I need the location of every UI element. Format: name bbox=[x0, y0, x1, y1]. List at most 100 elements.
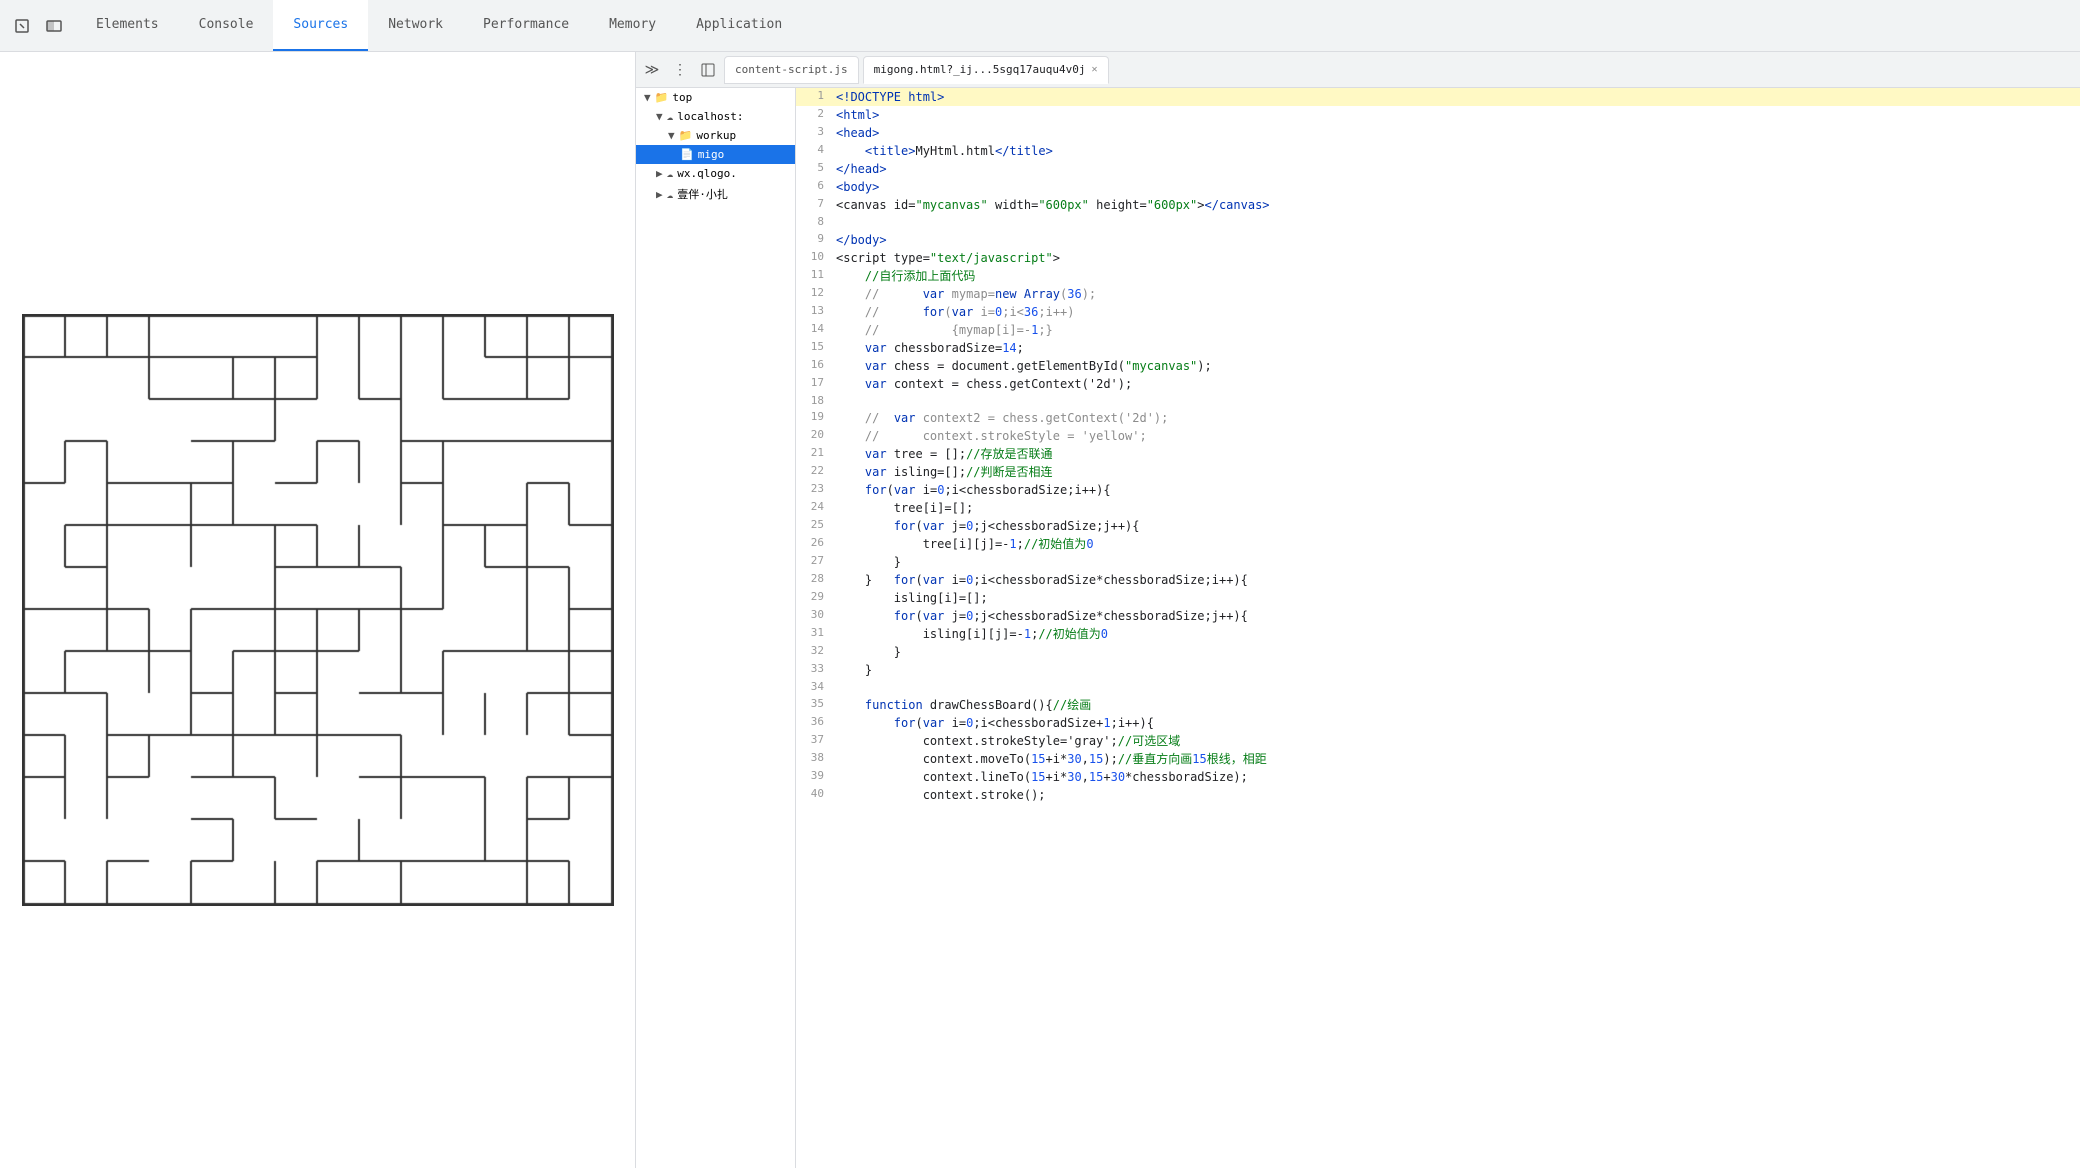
code-line: 28 } for(var i=0;i<chessboradSize*chessb… bbox=[796, 571, 2080, 589]
code-line: 10<script type="text/javascript"> bbox=[796, 249, 2080, 267]
line-number: 29 bbox=[796, 589, 836, 606]
code-line: 7<canvas id="mycanvas" width="600px" hei… bbox=[796, 196, 2080, 214]
line-number: 21 bbox=[796, 445, 836, 462]
line-number: 31 bbox=[796, 625, 836, 642]
line-number: 11 bbox=[796, 267, 836, 284]
line-number: 2 bbox=[796, 106, 836, 123]
line-number: 8 bbox=[796, 214, 836, 231]
code-line: 9</body> bbox=[796, 231, 2080, 249]
main-tabs: Elements Console Sources Network Perform… bbox=[76, 0, 2080, 51]
code-line: 6<body> bbox=[796, 178, 2080, 196]
tab-console[interactable]: Console bbox=[179, 0, 274, 51]
line-number: 30 bbox=[796, 607, 836, 624]
tab-sources[interactable]: Sources bbox=[273, 0, 368, 51]
line-content: var tree = [];//存放是否联通 bbox=[836, 445, 2080, 463]
file-tab-migong[interactable]: migong.html?_ij...5sgq17auqu4v0j ✕ bbox=[863, 56, 1109, 84]
tree-item-top[interactable]: ▼ 📁 top bbox=[636, 88, 795, 107]
devtools-panel: ≫ ⋮ content-script.js migong.html?_ij...… bbox=[635, 52, 2080, 1168]
devtools-toggle-button[interactable] bbox=[40, 12, 68, 40]
tree-folder-icon-2: 📁 bbox=[679, 129, 693, 142]
code-line: 18 bbox=[796, 393, 2080, 410]
line-content: isling[i]=[]; bbox=[836, 589, 2080, 607]
tree-item-migo[interactable]: 📄 migo bbox=[636, 145, 795, 164]
line-content: // var context2 = chess.getContext('2d')… bbox=[836, 409, 2080, 427]
code-line: 1<!DOCTYPE html> bbox=[796, 88, 2080, 106]
tree-item-label-localhost: localhost: bbox=[677, 110, 743, 123]
tree-cloud-icon: ☁ bbox=[667, 110, 674, 123]
code-line: 32 } bbox=[796, 643, 2080, 661]
line-number: 16 bbox=[796, 357, 836, 374]
tree-cloud-icon-2: ☁ bbox=[667, 167, 674, 180]
line-number: 12 bbox=[796, 285, 836, 302]
code-line: 4 <title>MyHtml.html</title> bbox=[796, 142, 2080, 160]
line-content: // for(var i=0;i<36;i++) bbox=[836, 303, 2080, 321]
line-number: 3 bbox=[796, 124, 836, 141]
line-number: 32 bbox=[796, 643, 836, 660]
sources-panel-btn[interactable]: ⋮ bbox=[668, 58, 692, 82]
tab-network[interactable]: Network bbox=[368, 0, 463, 51]
tab-elements[interactable]: Elements bbox=[76, 0, 179, 51]
tab-application[interactable]: Application bbox=[676, 0, 802, 51]
code-line: 13 // for(var i=0;i<36;i++) bbox=[796, 303, 2080, 321]
line-content: // {mymap[i]=-1;} bbox=[836, 321, 2080, 339]
tree-item-label-yiban: 壹伴·小扎 bbox=[677, 186, 728, 202]
line-number: 15 bbox=[796, 339, 836, 356]
code-line: 20 // context.strokeStyle = 'yellow'; bbox=[796, 427, 2080, 445]
line-number: 24 bbox=[796, 499, 836, 516]
code-line: 2<html> bbox=[796, 106, 2080, 124]
line-number: 1 bbox=[796, 88, 836, 105]
line-number: 40 bbox=[796, 786, 836, 803]
code-line: 25 for(var j=0;j<chessboradSize;j++){ bbox=[796, 517, 2080, 535]
tab-bar-left bbox=[0, 0, 76, 51]
line-content: <script type="text/javascript"> bbox=[836, 249, 2080, 267]
tree-item-yiban[interactable]: ▶ ☁ 壹伴·小扎 bbox=[636, 183, 795, 205]
code-line: 38 context.moveTo(15+i*30,15);//垂直方向画15根… bbox=[796, 750, 2080, 768]
line-content: context.stroke(); bbox=[836, 786, 2080, 804]
line-number: 10 bbox=[796, 249, 836, 266]
file-tab-close-icon[interactable]: ✕ bbox=[1092, 64, 1098, 75]
sources-sidebar-btn[interactable] bbox=[696, 58, 720, 82]
tree-folder-icon: 📁 bbox=[655, 91, 669, 104]
line-number: 5 bbox=[796, 160, 836, 177]
code-editor[interactable]: 1<!DOCTYPE html>2<html>3<head>4 <title>M… bbox=[796, 88, 2080, 1168]
file-tree: ▼ 📁 top ▼ ☁ localhost: ▼ 📁 workup 📄 migo bbox=[636, 88, 796, 1168]
tree-cloud-icon-3: ☁ bbox=[667, 188, 674, 201]
devtools-inspect-button[interactable] bbox=[8, 12, 36, 40]
code-line: 36 for(var i=0;i<chessboradSize+1;i++){ bbox=[796, 714, 2080, 732]
code-line: 22 var isling=[];//判断是否相连 bbox=[796, 463, 2080, 481]
line-number: 33 bbox=[796, 661, 836, 678]
code-line: 11 //自行添加上面代码 bbox=[796, 267, 2080, 285]
line-number: 13 bbox=[796, 303, 836, 320]
maze-canvas bbox=[22, 314, 614, 906]
tab-performance[interactable]: Performance bbox=[463, 0, 589, 51]
line-content: <canvas id="mycanvas" width="600px" heig… bbox=[836, 196, 2080, 214]
sources-header: ≫ ⋮ content-script.js migong.html?_ij...… bbox=[636, 52, 2080, 88]
line-number: 36 bbox=[796, 714, 836, 731]
tree-item-workup[interactable]: ▼ 📁 workup bbox=[636, 126, 795, 145]
line-content: context.strokeStyle='gray';//可选区域 bbox=[836, 732, 2080, 750]
line-content: function drawChessBoard(){//绘画 bbox=[836, 696, 2080, 714]
tree-item-label-workup: workup bbox=[696, 129, 736, 142]
line-number: 27 bbox=[796, 553, 836, 570]
line-content: <body> bbox=[836, 178, 2080, 196]
line-number: 6 bbox=[796, 178, 836, 195]
code-line: 17 var context = chess.getContext('2d'); bbox=[796, 375, 2080, 393]
tree-item-wxqlogo[interactable]: ▶ ☁ wx.qlogo. bbox=[636, 164, 795, 183]
line-content: </head> bbox=[836, 160, 2080, 178]
tab-memory[interactable]: Memory bbox=[589, 0, 676, 51]
line-content: } bbox=[836, 643, 2080, 661]
code-line: 8 bbox=[796, 214, 2080, 231]
line-number: 34 bbox=[796, 679, 836, 696]
line-content: var chessboradSize=14; bbox=[836, 339, 2080, 357]
tree-item-localhost[interactable]: ▼ ☁ localhost: bbox=[636, 107, 795, 126]
tree-arrow-icon: ▼ bbox=[644, 91, 651, 104]
file-tab-content-script[interactable]: content-script.js bbox=[724, 56, 859, 84]
line-number: 18 bbox=[796, 393, 836, 410]
code-line: 21 var tree = [];//存放是否联通 bbox=[796, 445, 2080, 463]
code-line: 27 } bbox=[796, 553, 2080, 571]
line-number: 4 bbox=[796, 142, 836, 159]
sources-collapse-btn[interactable]: ≫ bbox=[640, 58, 664, 82]
line-content: tree[i][j]=-1;//初始值为0 bbox=[836, 535, 2080, 553]
line-number: 26 bbox=[796, 535, 836, 552]
code-line: 33 } bbox=[796, 661, 2080, 679]
